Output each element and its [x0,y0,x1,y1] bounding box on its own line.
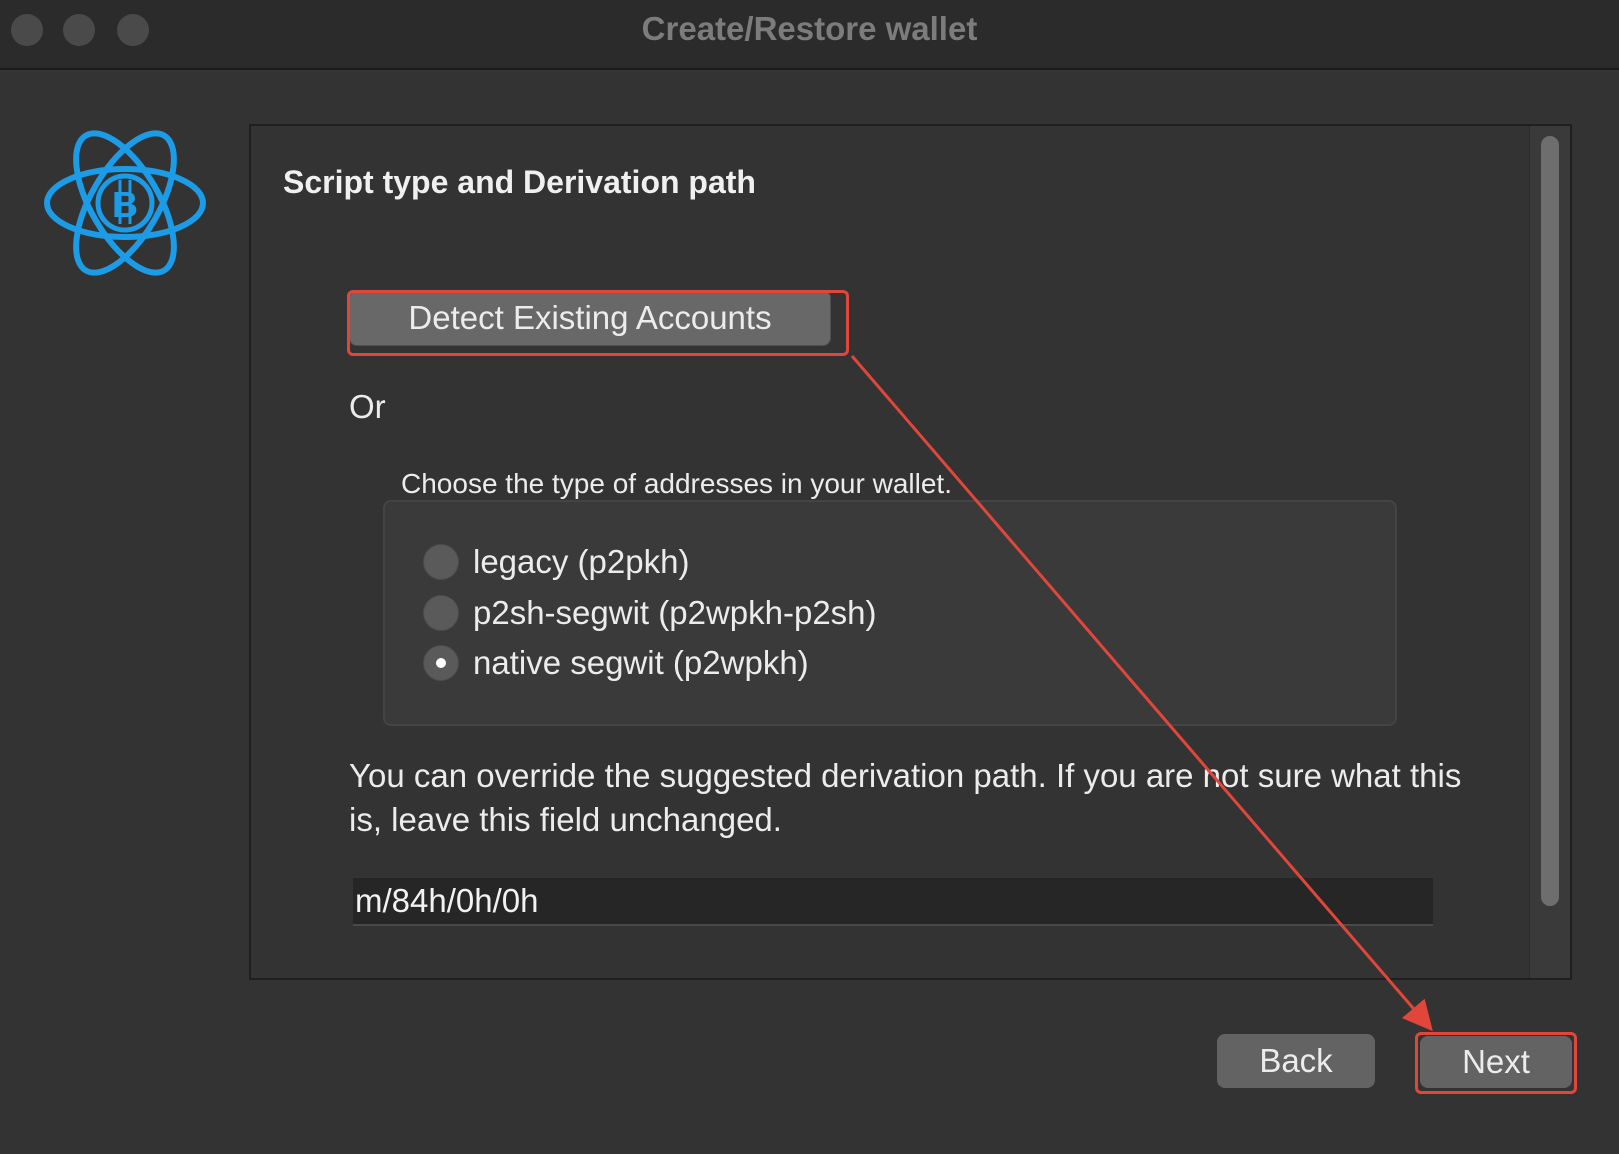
address-type-group: legacy (p2pkh) p2sh-segwit (p2wpkh-p2sh)… [383,500,1397,726]
vertical-scrollbar[interactable] [1529,126,1570,978]
page-heading: Script type and Derivation path [283,164,756,200]
radio-button[interactable] [423,544,459,580]
radio-button-selected[interactable] [423,645,459,681]
derivation-path-input[interactable] [353,878,1433,926]
svg-text:B: B [112,184,138,225]
wizard-content-panel: Script type and Derivation path Detect E… [249,124,1572,980]
wallet-wizard-window: Create/Restore wallet B Script type and … [0,0,1619,1154]
radio-option-legacy[interactable]: legacy (p2pkh) [423,540,689,584]
scrollbar-thumb[interactable] [1541,136,1559,906]
back-button[interactable]: Back [1217,1034,1375,1088]
radio-button[interactable] [423,595,459,631]
radio-label: legacy (p2pkh) [473,543,690,580]
radio-label: p2sh-segwit (p2wpkh-p2sh) [473,594,877,631]
title-bar: Create/Restore wallet [0,0,1619,70]
detect-existing-accounts-button[interactable]: Detect Existing Accounts [349,290,831,346]
radio-option-p2sh-segwit[interactable]: p2sh-segwit (p2wpkh-p2sh) [423,591,877,635]
derivation-path-note: You can override the suggested derivatio… [349,757,1462,838]
address-type-group-label: Choose the type of addresses in your wal… [401,468,952,499]
radio-option-native-segwit[interactable]: native segwit (p2wpkh) [423,641,809,685]
next-button[interactable]: Next [1420,1036,1572,1088]
electrum-logo-icon: B [40,128,210,278]
window-title: Create/Restore wallet [641,10,978,47]
radio-label: native segwit (p2wpkh) [473,644,809,681]
or-label: Or [349,388,386,425]
